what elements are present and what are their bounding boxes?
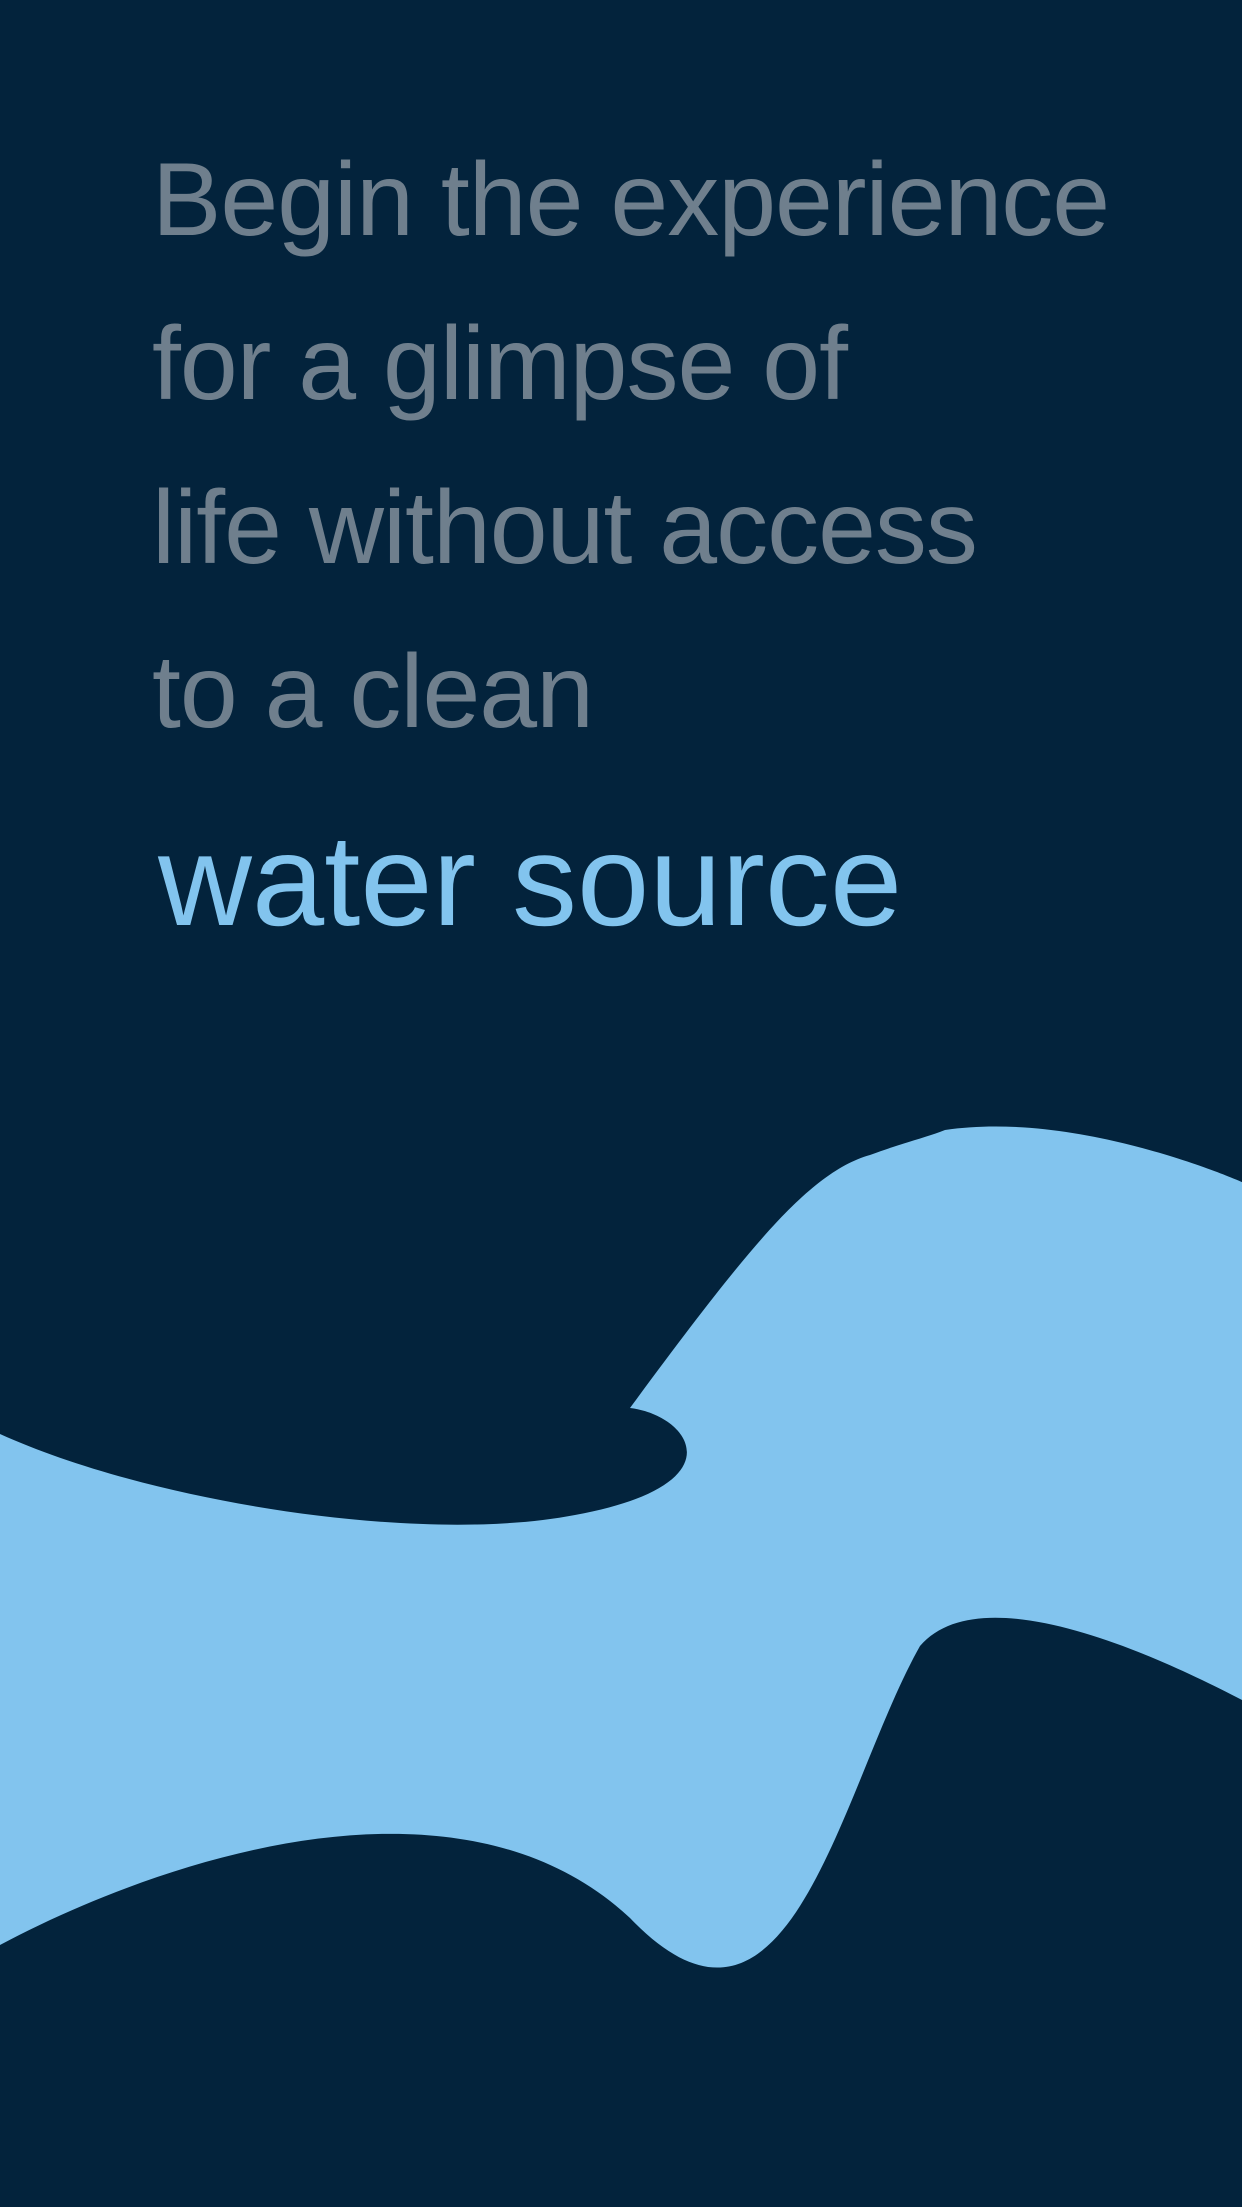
onboarding-screen: Begin the experience for a glimpse of li… bbox=[0, 0, 1242, 2207]
intro-line-4: to a clean bbox=[152, 634, 594, 750]
intro-line-2: for a glimpse of bbox=[152, 306, 848, 422]
intro-text-block: Begin the experience for a glimpse of li… bbox=[152, 118, 1162, 774]
water-source-headline: water source bbox=[158, 807, 903, 953]
intro-line-3: life without access bbox=[152, 470, 978, 586]
water-wave-shape bbox=[0, 1126, 1242, 1968]
intro-line-1: Begin the experience bbox=[152, 142, 1110, 258]
